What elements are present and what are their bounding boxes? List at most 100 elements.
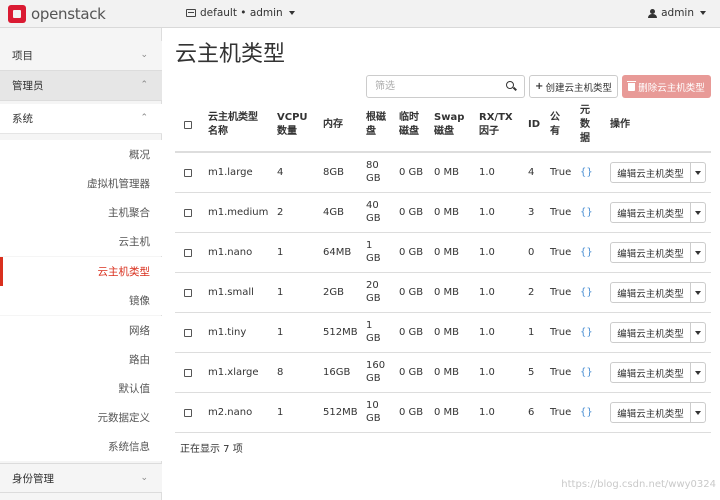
- row-action-group: 编辑云主机类型: [610, 282, 706, 303]
- sidebar: 项目 ⌄ 管理员 ⌃ 系统 ⌃ 概况 虚拟机管理器 主机聚合 云主机 云主机类型…: [0, 28, 162, 500]
- item-count: 正在显示 7 项: [180, 444, 243, 455]
- select-all-checkbox[interactable]: [184, 121, 192, 129]
- flavor-vcpu: 1: [277, 407, 284, 418]
- column-header-name[interactable]: 云主机类型 名称: [208, 111, 258, 139]
- edit-flavor-button[interactable]: 编辑云主机类型: [611, 403, 691, 422]
- row-checkbox[interactable]: [184, 329, 192, 337]
- sidebar-item-routers[interactable]: 路由: [0, 345, 162, 374]
- flavor-ram: 2GB: [323, 287, 344, 298]
- row-action-group: 编辑云主机类型: [610, 242, 706, 263]
- table-row: m1.tiny 1 512MB 1 GB 0 GB 0 MB 1.0 1 True…: [175, 313, 711, 353]
- flavor-root-disk: 40 GB: [366, 199, 381, 225]
- flavor-metadata-link[interactable]: {}: [580, 406, 593, 419]
- column-header-text: 数量: [277, 126, 297, 137]
- row-checkbox[interactable]: [184, 249, 192, 257]
- flavor-ram: 8GB: [323, 167, 344, 178]
- column-header-vcpu[interactable]: VCPU 数量: [277, 111, 308, 139]
- flavor-name[interactable]: m1.tiny: [208, 326, 246, 339]
- column-header-swap[interactable]: Swap 磁盘: [434, 111, 464, 139]
- flavor-metadata-link[interactable]: {}: [580, 286, 593, 299]
- flavor-name[interactable]: m2.nano: [208, 406, 252, 419]
- sidebar-group-system[interactable]: 系统 ⌃: [0, 104, 162, 134]
- flavor-ram: 16GB: [323, 367, 351, 378]
- chevron-down-icon[interactable]: [695, 411, 701, 415]
- flavor-name[interactable]: m1.medium: [208, 206, 268, 219]
- flavor-metadata-link[interactable]: {}: [580, 166, 593, 179]
- filter-input[interactable]: [367, 76, 502, 97]
- sidebar-item-system-info[interactable]: 系统信息: [0, 432, 162, 461]
- project-switcher[interactable]: default • admin: [186, 7, 295, 19]
- row-action-group: 编辑云主机类型: [610, 402, 706, 423]
- flavor-metadata-link[interactable]: {}: [580, 246, 593, 259]
- sidebar-item-flavors[interactable]: 云主机类型: [0, 257, 162, 286]
- table-row: m1.small 1 2GB 20 GB 0 GB 0 MB 1.0 2 True…: [175, 273, 711, 313]
- flavor-ram: 64MB: [323, 247, 352, 258]
- chevron-down-icon[interactable]: [695, 371, 701, 375]
- top-navbar: openstack default • admin admin: [0, 0, 720, 28]
- openstack-logo[interactable]: openstack: [8, 4, 106, 24]
- edit-flavor-button[interactable]: 编辑云主机类型: [611, 283, 691, 302]
- column-header-ephemeral-disk[interactable]: 临时 磁盘: [399, 111, 419, 139]
- row-checkbox[interactable]: [184, 289, 192, 297]
- flavor-root-disk-value: 1: [366, 320, 373, 331]
- chevron-down-icon: ⌄: [140, 50, 148, 60]
- flavor-ram: 512MB: [323, 407, 358, 418]
- edit-flavor-button[interactable]: 编辑云主机类型: [611, 363, 691, 382]
- column-header-public[interactable]: 公 有: [550, 111, 560, 139]
- row-checkbox[interactable]: [184, 369, 192, 377]
- row-checkbox[interactable]: [184, 409, 192, 417]
- sidebar-item-networks[interactable]: 网络: [0, 316, 162, 345]
- column-header-text: 元: [580, 105, 590, 116]
- chevron-down-icon[interactable]: [695, 291, 701, 295]
- flavor-public: True: [550, 207, 572, 218]
- flavor-ephemeral: 0 GB: [399, 167, 424, 178]
- flavor-name[interactable]: m1.large: [208, 166, 253, 179]
- flavor-name[interactable]: m1.small: [208, 286, 254, 299]
- edit-flavor-button[interactable]: 编辑云主机类型: [611, 163, 691, 182]
- chevron-down-icon[interactable]: [695, 211, 701, 215]
- chevron-down-icon[interactable]: [695, 251, 701, 255]
- sidebar-item-host-aggregates[interactable]: 主机聚合: [0, 198, 162, 227]
- flavor-metadata-link[interactable]: {}: [580, 326, 593, 339]
- column-header-text: 根磁: [366, 112, 386, 123]
- watermark: https://blog.csdn.net/wwy0324: [561, 479, 716, 490]
- column-header-text: 云主机类型: [208, 112, 258, 123]
- column-header-text: 名称: [208, 126, 228, 137]
- row-checkbox[interactable]: [184, 169, 192, 177]
- sidebar-section-admin[interactable]: 管理员 ⌃: [0, 71, 162, 101]
- user-menu[interactable]: admin: [648, 7, 706, 19]
- column-header-root-disk[interactable]: 根磁 盘: [366, 111, 386, 139]
- table-row: m1.large 4 8GB 80 GB 0 GB 0 MB 1.0 4 True…: [175, 153, 711, 193]
- flavor-metadata-link[interactable]: {}: [580, 366, 593, 379]
- flavor-name[interactable]: m1.nano: [208, 246, 252, 259]
- sidebar-item-images[interactable]: 镜像: [0, 286, 162, 315]
- create-flavor-button[interactable]: + 创建云主机类型: [529, 75, 618, 98]
- sidebar-item-hypervisors[interactable]: 虚拟机管理器: [0, 169, 162, 198]
- flavor-name[interactable]: m1.xlarge: [208, 366, 259, 379]
- search-icon[interactable]: [506, 81, 517, 92]
- flavor-metadata-link[interactable]: {}: [580, 206, 593, 219]
- flavor-vcpu: 8: [277, 367, 284, 378]
- sidebar-item-instances[interactable]: 云主机: [0, 227, 162, 256]
- sidebar-item-defaults[interactable]: 默认值: [0, 374, 162, 403]
- create-flavor-label: 创建云主机类型: [545, 82, 612, 94]
- sidebar-item-overview[interactable]: 概况: [0, 140, 162, 169]
- edit-flavor-button[interactable]: 编辑云主机类型: [611, 243, 691, 262]
- project-icon: [186, 9, 196, 17]
- edit-flavor-button[interactable]: 编辑云主机类型: [611, 323, 691, 342]
- sidebar-item-metadata-definitions[interactable]: 元数据定义: [0, 403, 162, 432]
- edit-flavor-button[interactable]: 编辑云主机类型: [611, 203, 691, 222]
- column-header-rxtx[interactable]: RX/TX 因子: [479, 111, 513, 139]
- column-header-metadata[interactable]: 元 数 据: [580, 104, 590, 146]
- delete-flavors-button[interactable]: 删除云主机类型: [622, 75, 711, 98]
- delete-flavors-label: 删除云主机类型: [638, 82, 705, 94]
- chevron-down-icon[interactable]: [695, 331, 701, 335]
- sidebar-section-project[interactable]: 项目 ⌄: [0, 41, 162, 71]
- row-checkbox[interactable]: [184, 209, 192, 217]
- column-header-id[interactable]: ID: [528, 118, 540, 132]
- openstack-logo-icon: [8, 5, 26, 23]
- sidebar-section-identity[interactable]: 身份管理 ⌄: [0, 463, 162, 493]
- flavor-id: 2: [528, 287, 535, 298]
- chevron-down-icon[interactable]: [695, 171, 701, 175]
- column-header-ram[interactable]: 内存: [323, 118, 343, 132]
